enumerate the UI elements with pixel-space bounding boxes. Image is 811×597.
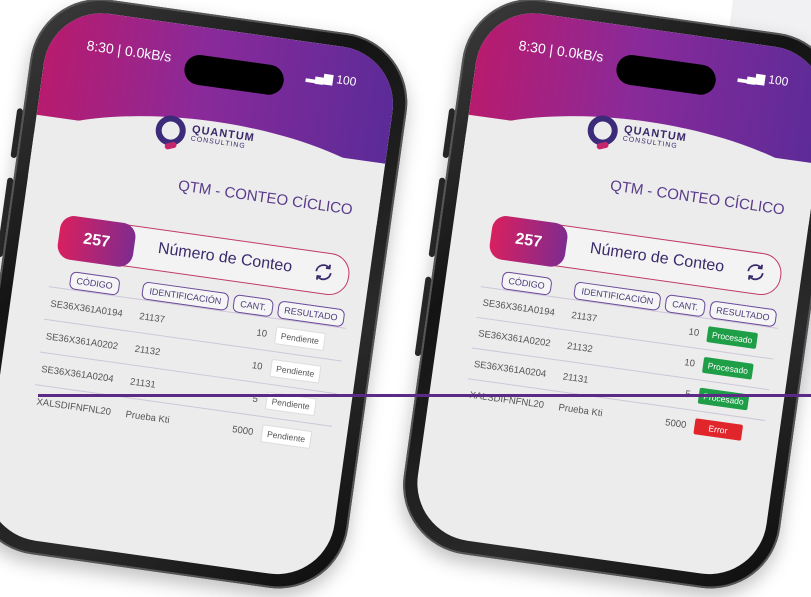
phone-right: 8:30 | 0.0kB/s ▂▄▆ 100 QUANTUM CONSULTIN… — [394, 0, 811, 597]
status-badge: Procesado — [697, 387, 750, 411]
results-table: CÓDIGO IDENTIFICACIÓN CANT. RESULTADO SE… — [463, 268, 781, 451]
status-badge: Pendiente — [259, 424, 313, 450]
count-label: Número de Conteo — [588, 240, 726, 276]
status-badge: Procesado — [706, 326, 759, 350]
status-badge: Pendiente — [269, 358, 322, 384]
count-value: 257 — [487, 214, 570, 269]
status-badge: Error — [693, 418, 743, 441]
cell-quantity: 5000 — [645, 403, 693, 441]
refresh-icon[interactable] — [743, 260, 768, 285]
status-badge: Pendiente — [273, 326, 327, 351]
battery-value: 100 — [335, 72, 358, 89]
count-label: Número de Conteo — [156, 240, 294, 276]
cell-quantity: 5000 — [212, 409, 260, 449]
quantum-logo-icon — [585, 113, 620, 148]
refresh-icon[interactable] — [311, 260, 336, 285]
quantum-logo-icon — [153, 113, 188, 148]
battery-value: 100 — [767, 72, 790, 89]
results-table: CÓDIGO IDENTIFICACIÓN CANT. RESULTADO SE… — [30, 268, 349, 459]
status-badge: Procesado — [701, 356, 755, 380]
phone-left: 8:30 | 0.0kB/s ▂▄▆ 100 QUANTUM CONSULTIN… — [0, 0, 417, 597]
count-value: 257 — [55, 214, 138, 269]
